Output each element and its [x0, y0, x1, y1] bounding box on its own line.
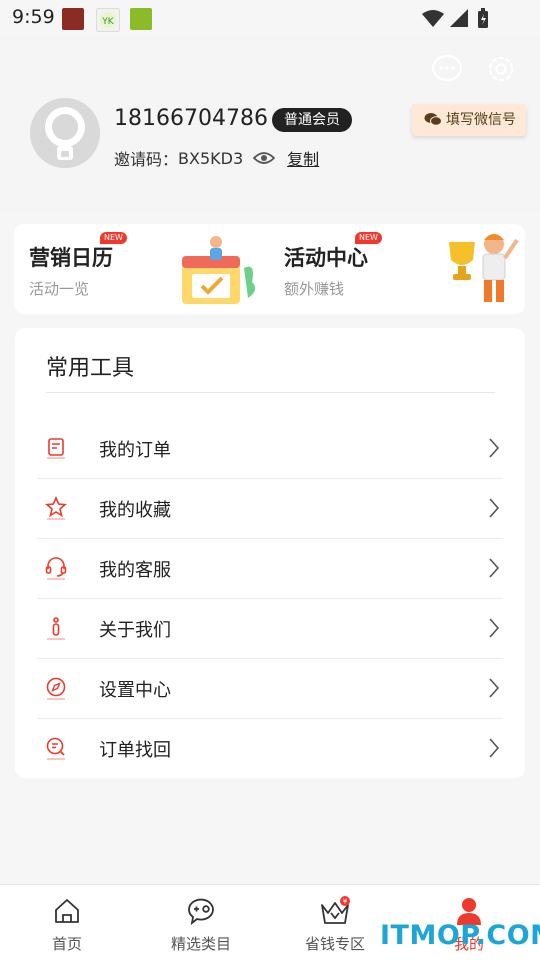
copy-invite-button[interactable]: 复制	[287, 146, 319, 170]
star-icon	[45, 496, 67, 520]
promo-marketing-calendar[interactable]: 营销日历 NEW 活动一览	[14, 224, 269, 314]
menu-item-settings-center[interactable]: 设置中心	[37, 658, 503, 719]
status-bar: 9:59 YK	[0, 0, 540, 36]
status-indicators	[420, 8, 500, 34]
new-tag: NEW	[100, 232, 127, 244]
avatar[interactable]	[30, 98, 100, 168]
menu-item-order-recovery[interactable]: 订单找回	[37, 718, 503, 778]
wechat-icon	[424, 113, 442, 126]
nav-home[interactable]: 首页	[0, 885, 134, 961]
menu-label: 我的订单	[99, 440, 171, 461]
menu-label: 我的客服	[99, 560, 171, 581]
invite-label: 邀请码：	[114, 150, 179, 169]
profile-header: 18166704786 普通会员 填写微信号 邀请码： BX5KD3 复制	[0, 36, 540, 212]
yk-app-icon: YK	[96, 8, 120, 32]
order-search-icon	[46, 737, 65, 760]
nav-label: 首页	[51, 935, 82, 953]
calendar-illustration	[182, 236, 256, 304]
promo-subtitle: 活动一览	[29, 280, 90, 298]
promo-subtitle: 额外赚钱	[284, 280, 345, 298]
signal-icon	[450, 9, 468, 27]
info-icon	[47, 617, 65, 640]
chevron-right-icon	[489, 498, 500, 518]
home-icon	[55, 899, 79, 923]
headset-icon	[45, 557, 67, 580]
menu-label: 我的收藏	[99, 500, 171, 521]
menu-item-my-favorites[interactable]: 我的收藏	[37, 478, 503, 539]
menu-item-my-orders[interactable]: 我的订单	[37, 418, 503, 479]
chevron-right-icon	[489, 558, 500, 578]
green-app-icon	[130, 8, 152, 30]
chevron-right-icon	[489, 438, 500, 458]
eye-icon[interactable]	[253, 151, 276, 165]
menu-label: 设置中心	[99, 680, 171, 701]
menu-label: 关于我们	[99, 620, 171, 641]
nav-label: 精选类目	[170, 935, 231, 953]
member-level-badge: 普通会员	[272, 108, 352, 132]
watermark-text: ITMOP.COM	[380, 920, 540, 951]
promo-banner: 营销日历 NEW 活动一览 活动中心 NEW 额外赚钱	[14, 224, 525, 314]
promo-title: 营销日历	[29, 246, 113, 270]
new-tag: NEW	[355, 232, 382, 244]
promo-title: 活动中心	[284, 246, 368, 270]
common-tools-card: 常用工具 我的订单 我的收藏 我的客服 关于我们 设置中心 订单找回	[15, 328, 525, 778]
menu-item-about-us[interactable]: 关于我们	[37, 598, 503, 659]
settings-gear-icon[interactable]	[484, 52, 518, 86]
battery-icon	[478, 8, 488, 28]
phone-number: 18166704786	[114, 106, 268, 131]
crown-icon: ¥	[321, 896, 350, 924]
chevron-right-icon	[489, 678, 500, 698]
order-icon	[47, 438, 65, 459]
invite-code: BX5KD3	[178, 148, 244, 168]
chevron-right-icon	[489, 738, 500, 758]
chat-category-icon	[188, 898, 214, 926]
nav-categories[interactable]: 精选类目	[134, 885, 268, 961]
fill-wechat-button[interactable]: 填写微信号	[412, 104, 526, 136]
divider	[46, 392, 495, 393]
calligraphy-app-icon	[62, 8, 84, 30]
svg-text:¥: ¥	[343, 898, 348, 906]
status-time: 9:59	[12, 6, 55, 28]
wifi-icon	[422, 10, 444, 27]
chevron-right-icon	[489, 618, 500, 638]
menu-item-customer-service[interactable]: 我的客服	[37, 538, 503, 599]
svg-text:YK: YK	[101, 17, 114, 27]
menu-label: 订单找回	[99, 740, 171, 761]
message-icon[interactable]	[430, 52, 464, 86]
tools-title: 常用工具	[46, 356, 135, 381]
invite-row: 邀请码： BX5KD3 复制	[114, 146, 319, 170]
promo-activity-center[interactable]: 活动中心 NEW 额外赚钱	[269, 224, 525, 314]
fill-wechat-label: 填写微信号	[446, 112, 516, 128]
compass-icon	[46, 677, 66, 700]
trophy-illustration	[449, 234, 519, 302]
